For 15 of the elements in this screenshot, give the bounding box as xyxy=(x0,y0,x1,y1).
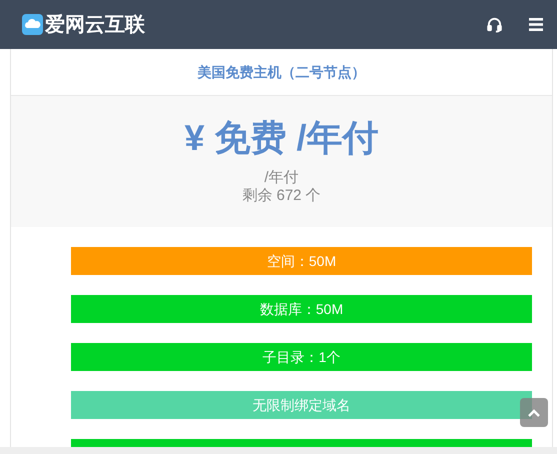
plan-title: 美国免费主机（二号节点） xyxy=(198,62,366,82)
brand-name: 爱网云互联 xyxy=(45,12,145,38)
cloud-logo-icon xyxy=(22,14,43,35)
billing-period: /年付 xyxy=(264,169,299,187)
menu-icon[interactable] xyxy=(529,18,543,31)
feature-bar: 子目录：1个 xyxy=(71,343,532,371)
headset-icon[interactable] xyxy=(486,16,503,33)
feature-bar: 数据库：50M xyxy=(71,295,532,323)
feature-bar: 无限制绑定域名 xyxy=(71,391,532,419)
back-to-top-button[interactable] xyxy=(520,398,548,427)
horizontal-scrollbar[interactable] xyxy=(0,447,557,454)
chevron-up-icon xyxy=(528,408,540,416)
price: ¥ 免费 /年付 xyxy=(184,118,379,158)
feature-bar: 空间：50M xyxy=(71,247,532,275)
stock-count: 剩余 672 个 xyxy=(242,187,321,205)
